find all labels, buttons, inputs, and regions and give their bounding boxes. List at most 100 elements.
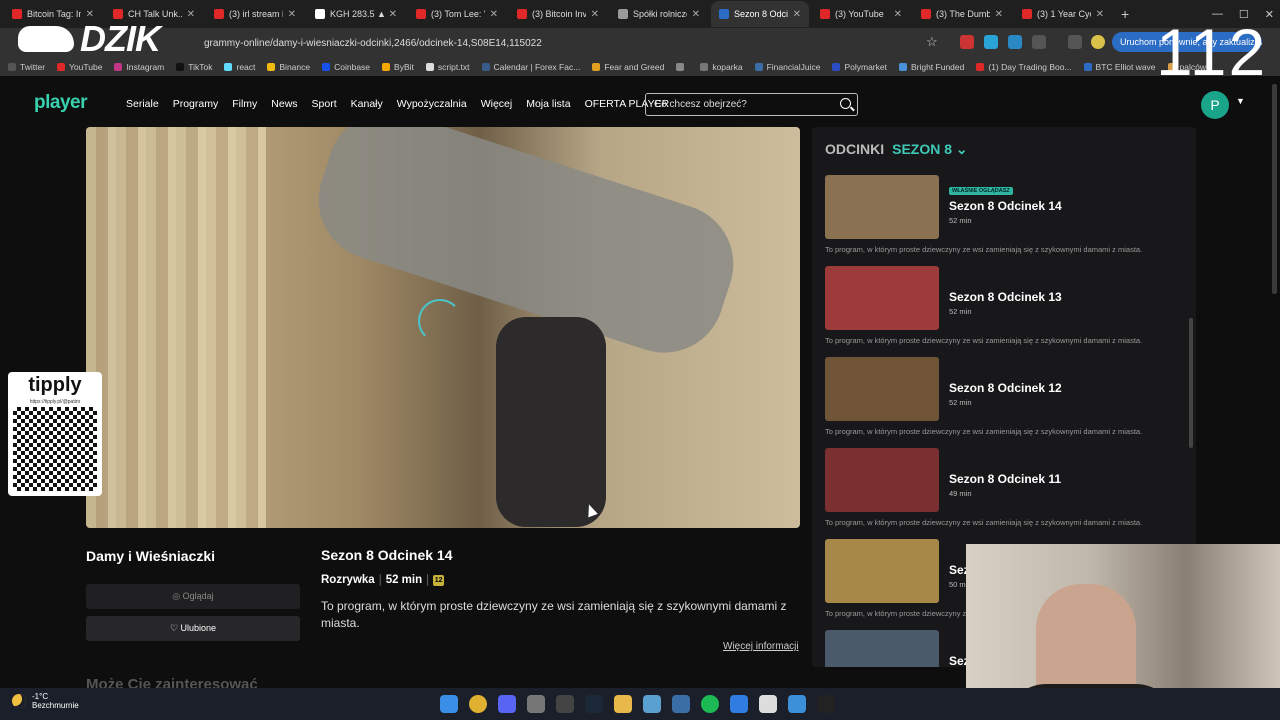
- episode-item[interactable]: Sezon 8 Odcinek 13 52 min To program, w kt…: [825, 266, 1187, 357]
- bookmark-item[interactable]: BTC Elliot wave: [1083, 62, 1156, 72]
- browser-tab[interactable]: (3) The Dumb ... ✕: [913, 1, 1011, 27]
- chrome-icon[interactable]: [469, 695, 487, 713]
- panel-scrollbar[interactable]: [1189, 318, 1193, 448]
- nav-item[interactable]: News: [271, 98, 297, 110]
- avatar[interactable]: P: [1201, 91, 1229, 119]
- season-dropdown[interactable]: SEZON 8 ⌄: [892, 141, 968, 158]
- spotify-icon[interactable]: [701, 695, 719, 713]
- browser-tab[interactable]: (3) irl stream in... ✕: [206, 1, 304, 27]
- bookmark-item[interactable]: FinancialJuice: [754, 62, 820, 72]
- reading-list-icon[interactable]: [1068, 35, 1082, 49]
- discord-icon[interactable]: [498, 695, 516, 713]
- episode-thumbnail[interactable]: [825, 266, 939, 330]
- bookmark-item[interactable]: Fear and Greed: [592, 62, 664, 72]
- browser-tab-bar: Bitcoin Tag: In...✕CH Talk Unk...✕(3) ir…: [0, 0, 1280, 28]
- favorite-button[interactable]: ♡ Ulubione: [86, 616, 300, 641]
- folder-icon[interactable]: [614, 695, 632, 713]
- tab-close-icon[interactable]: ✕: [793, 9, 801, 20]
- tab-close-icon[interactable]: ✕: [995, 9, 1003, 20]
- bookmark-item[interactable]: [676, 63, 688, 71]
- bookmark-favicon-icon: [267, 63, 276, 71]
- episode-item[interactable]: Sezon 8 Odcinek 12 52 min To program, w kt…: [825, 357, 1187, 448]
- nav-item[interactable]: Sport: [312, 98, 337, 110]
- episode-item[interactable]: WŁAŚNIE OGLĄDASZ Sezon 8 Odcinek 14 52 min…: [825, 175, 1187, 266]
- app-icon[interactable]: [527, 695, 545, 713]
- player-logo[interactable]: player: [34, 92, 87, 114]
- bookmark-item[interactable]: Polymarket: [832, 62, 887, 72]
- extensions-puzzle-icon[interactable]: [1032, 35, 1046, 49]
- tab-close-icon[interactable]: ✕: [894, 9, 902, 20]
- browser-tab[interactable]: (3) YouTube ✕: [812, 1, 910, 27]
- browser-tab[interactable]: Spółki rolnicze... ✕: [610, 1, 708, 27]
- bookmark-label: Binance: [279, 62, 311, 72]
- nav-item[interactable]: Filmy: [232, 98, 257, 110]
- episode-item-description: To program, w którym proste dziewczyny z…: [825, 518, 1143, 527]
- video-frame-figure: [496, 317, 606, 527]
- bookmark-item[interactable]: Instagram: [114, 62, 164, 72]
- bookmark-item[interactable]: react: [224, 62, 255, 72]
- tab-favicon-icon: [1022, 9, 1032, 19]
- bookmark-item[interactable]: (1) Day Trading Boo...: [976, 62, 1072, 72]
- episode-thumbnail[interactable]: [825, 630, 939, 667]
- episode-thumbnail[interactable]: [825, 175, 939, 239]
- bookmark-star-icon[interactable]: ☆: [926, 34, 938, 50]
- search-icon[interactable]: [840, 98, 851, 109]
- browser-tab[interactable]: KGH 283.5 ▲ ... ✕: [307, 1, 405, 27]
- url-field[interactable]: grammy-online/damy-i-wiesniaczki-odcinki…: [196, 34, 944, 54]
- windows-start-icon[interactable]: [440, 695, 458, 713]
- nav-menu: Seriale Programy Filmy News Sport Kanały Wypoż…: [126, 98, 669, 110]
- bookmark-item[interactable]: Bright Funded: [898, 62, 964, 72]
- bookmark-item[interactable]: Twitter: [8, 62, 45, 72]
- bookmark-item[interactable]: Calendar | Forex Fac...: [481, 62, 580, 72]
- extension-icon[interactable]: [984, 35, 998, 49]
- episode-thumbnail[interactable]: [825, 357, 939, 421]
- terminal-icon[interactable]: [817, 695, 835, 713]
- nav-item[interactable]: Moja lista: [526, 98, 570, 110]
- bookmark-item[interactable]: koparka: [700, 62, 743, 72]
- nav-item[interactable]: Programy: [173, 98, 219, 110]
- bookmark-item[interactable]: TikTok: [176, 62, 212, 72]
- tab-close-icon[interactable]: ✕: [591, 9, 599, 20]
- notepad-icon[interactable]: [759, 695, 777, 713]
- bookmark-item[interactable]: ByBit: [382, 62, 414, 72]
- bookmark-item[interactable]: YouTube: [57, 62, 102, 72]
- nav-item[interactable]: Wypożyczalnia: [397, 98, 467, 110]
- browser-tab[interactable]: (3) 1 Year Cycl... ✕: [1014, 1, 1112, 27]
- app-icon[interactable]: [643, 695, 661, 713]
- tab-close-icon[interactable]: ✕: [1096, 9, 1104, 20]
- browser-tab[interactable]: (3) Tom Lee: 'T... ✕: [408, 1, 506, 27]
- profile-icon[interactable]: [1091, 35, 1105, 49]
- extension-icon[interactable]: [960, 35, 974, 49]
- search-input[interactable]: Co chcesz obejrzeć?: [645, 93, 858, 116]
- new-tab-icon[interactable]: +: [1121, 6, 1129, 22]
- app-icon[interactable]: [556, 695, 574, 713]
- steam-icon[interactable]: [585, 695, 603, 713]
- tab-close-icon[interactable]: ✕: [187, 9, 195, 20]
- episode-item[interactable]: Sezon 8 Odcinek 11 49 min To program, w kt…: [825, 448, 1187, 539]
- chevron-down-icon[interactable]: ▼: [1236, 96, 1245, 106]
- weather-widget[interactable]: -1°C Bezchmurnie: [12, 692, 79, 710]
- browser-tab[interactable]: Sezon 8 Odcin... ✕: [711, 1, 809, 27]
- bookmark-item[interactable]: Binance: [267, 62, 310, 72]
- extension-icon[interactable]: [1008, 35, 1022, 49]
- app-icon[interactable]: [672, 695, 690, 713]
- nav-item[interactable]: Kanały: [351, 98, 383, 110]
- video-player[interactable]: [86, 127, 800, 528]
- nav-item[interactable]: Więcej: [481, 98, 513, 110]
- watch-button[interactable]: ◎ Oglądaj: [86, 584, 300, 609]
- tab-close-icon[interactable]: ✕: [389, 9, 397, 20]
- tab-close-icon[interactable]: ✕: [692, 9, 700, 20]
- page-scrollbar[interactable]: [1272, 84, 1277, 294]
- tab-close-icon[interactable]: ✕: [288, 9, 296, 20]
- episode-thumbnail[interactable]: [825, 448, 939, 512]
- episode-thumbnail[interactable]: [825, 539, 939, 603]
- dzik-brand-text: DZIK: [80, 18, 161, 59]
- app-icon[interactable]: [730, 695, 748, 713]
- bookmark-item[interactable]: script.txt: [425, 62, 470, 72]
- more-info-link[interactable]: Więcej informacji: [723, 641, 799, 652]
- browser-tab[interactable]: (3) Bitcoin Inve... ✕: [509, 1, 607, 27]
- photos-icon[interactable]: [788, 695, 806, 713]
- bookmark-item[interactable]: Coinbase: [322, 62, 370, 72]
- tab-close-icon[interactable]: ✕: [490, 9, 498, 20]
- nav-item[interactable]: Seriale: [126, 98, 159, 110]
